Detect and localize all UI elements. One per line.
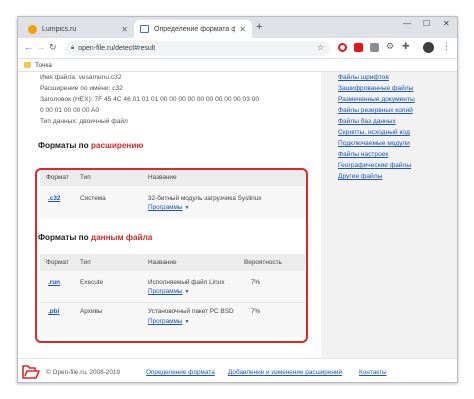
gear-icon[interactable]: ⚙ (386, 41, 395, 51)
extensions-puzzle-icon[interactable]: ✚ (402, 41, 411, 51)
menu-kebab-icon[interactable]: ⋮ (442, 41, 451, 51)
sidebar-link[interactable]: Размеченные документы (338, 96, 415, 103)
sidebar-link[interactable]: Географические файлы (338, 162, 411, 169)
grey-extension-icon[interactable] (370, 43, 379, 52)
sidebar-link[interactable]: Файлы баз данных (338, 118, 396, 125)
footer-copyright: © Open-file.ru, 2008-2019 (46, 369, 120, 376)
footer-link-extensions[interactable]: Добавление и изменение расширений (228, 369, 342, 376)
tab-lumpics[interactable]: Lumpics.ru ✕ (22, 20, 134, 38)
address-bar[interactable]: 🔒︎ open-file.ru/detect#result ☆ (65, 41, 330, 56)
minimize-button[interactable]: — (403, 19, 411, 28)
highlight-frame (35, 168, 308, 343)
close-tab-icon[interactable]: ✕ (239, 25, 246, 34)
tab-title: Lumpics.ru (42, 25, 77, 33)
close-tab-icon[interactable]: ✕ (121, 25, 128, 34)
address-url[interactable]: open-file.ru/detect#result (78, 45, 155, 52)
sidebar-link[interactable]: Скрипты, исходный код (338, 129, 410, 136)
bookmark-item[interactable]: Точка (35, 62, 52, 69)
opera-extension-icon[interactable] (338, 43, 347, 52)
page-footer: © Open-file.ru, 2008-2019 Определение фо… (18, 358, 457, 382)
red-extension-icon[interactable] (354, 43, 363, 52)
browser-window: Lumpics.ru ✕ Определение формата файла ✕… (17, 16, 458, 383)
file-info-extension: Расширение по имени: c32 (40, 85, 123, 92)
bookmarks-bar: Точка (18, 59, 457, 72)
bookmark-folder-icon (24, 62, 31, 68)
forward-arrow-icon[interactable]: → (36, 42, 45, 52)
file-info-header-cont: 0 00 01 00 00 00 A0 (40, 107, 100, 114)
bookmark-star-icon[interactable]: ☆ (317, 43, 324, 52)
sidebar-link[interactable]: Файлы настроек (338, 151, 388, 158)
lock-icon: 🔒︎ (71, 45, 75, 51)
tab-title: Определение формата файла (154, 25, 235, 33)
by-extension-heading: Форматы по расширению (38, 141, 144, 150)
sidebar-link[interactable]: Подключаемые модули (338, 140, 410, 147)
lumpics-favicon-icon (28, 24, 37, 34)
back-arrow-icon[interactable]: ← (24, 42, 33, 52)
browser-toolbar: ← → ↻ 🔒︎ open-file.ru/detect#result ☆ ⚙ … (18, 38, 457, 59)
sidebar-link[interactable]: Зашифрованные файлы (338, 85, 413, 92)
close-window-button[interactable]: ✕ (443, 19, 450, 28)
tab-strip: Lumpics.ru ✕ Определение формата файла ✕… (18, 17, 457, 38)
folder-favicon-icon (140, 25, 149, 33)
open-folder-logo-icon[interactable] (22, 365, 40, 379)
file-info-type: Тип данных: двоичный файл (40, 118, 128, 125)
new-tab-button[interactable]: + (256, 21, 262, 33)
footer-link-detect[interactable]: Определение формата (146, 369, 215, 376)
sidebar-link[interactable]: Файлы шрифтов (338, 74, 389, 81)
sidebar-link[interactable]: Другие файлы (338, 173, 382, 180)
page-content: Имя файла: vesamenu.c32 Расширение по им… (18, 72, 457, 358)
heading-highlight: расширению (90, 141, 144, 150)
sidebar: Файлы шрифтов Зашифрованные файлы Размеч… (321, 72, 457, 358)
footer-link-contacts[interactable]: Контакты (359, 369, 387, 376)
tab-open-file[interactable]: Определение формата файла ✕ (134, 20, 252, 38)
maximize-button[interactable]: ☐ (423, 19, 430, 28)
file-info-header: Заголовок (HEX): 7F 45 4C 46 01 01 01 00… (40, 96, 260, 103)
sidebar-link[interactable]: Файлы резервных копий (338, 107, 413, 114)
reload-icon[interactable]: ↻ (49, 42, 57, 53)
profile-avatar[interactable] (423, 42, 434, 53)
file-info-name: Имя файла: vesamenu.c32 (40, 74, 122, 81)
